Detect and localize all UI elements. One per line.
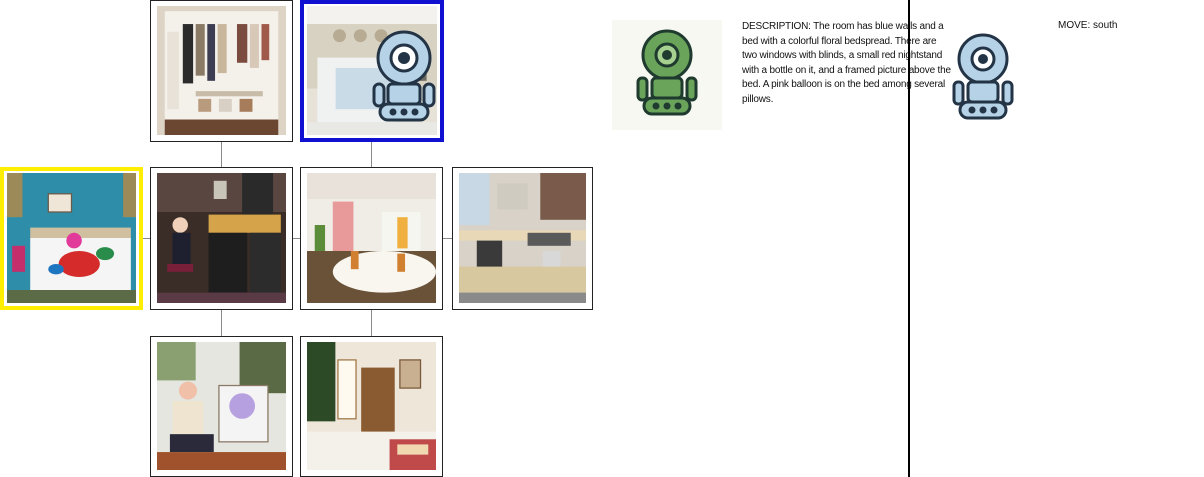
room-description: DESCRIPTION: The room has blue walls and… (742, 21, 951, 105)
robot-icon (636, 29, 698, 116)
helper-robot-icon (952, 33, 1014, 120)
map-room-explorer-current[interactable] (300, 0, 444, 142)
agent-avatar (612, 20, 722, 130)
map-connector (371, 142, 372, 168)
room-photo-hallway (307, 342, 436, 470)
room-photo-bedroom (7, 173, 136, 303)
room-photo-studio (157, 173, 286, 303)
panel-divider (908, 0, 910, 477)
room-photo-closet (157, 6, 286, 135)
map-connector (442, 238, 452, 239)
map-room-target-bedroom[interactable] (0, 167, 143, 310)
map-room-living[interactable] (300, 167, 443, 310)
map-room-painting[interactable] (150, 336, 293, 477)
map-room-hallway[interactable] (300, 336, 443, 477)
map-connector (221, 310, 222, 336)
map-connector (221, 142, 222, 168)
room-photo-living (307, 173, 436, 303)
room-photo-painting (157, 342, 286, 470)
room-photo-craft (459, 173, 586, 303)
map-room-studio[interactable] (150, 167, 293, 310)
move-action: MOVE: south (1058, 20, 1118, 31)
map-connector (292, 238, 300, 239)
map-room-closet[interactable] (150, 0, 293, 142)
map-connector (371, 310, 372, 336)
helper-robot-icon (372, 30, 436, 122)
map-room-craft[interactable] (452, 167, 593, 310)
map-connector (142, 238, 150, 239)
